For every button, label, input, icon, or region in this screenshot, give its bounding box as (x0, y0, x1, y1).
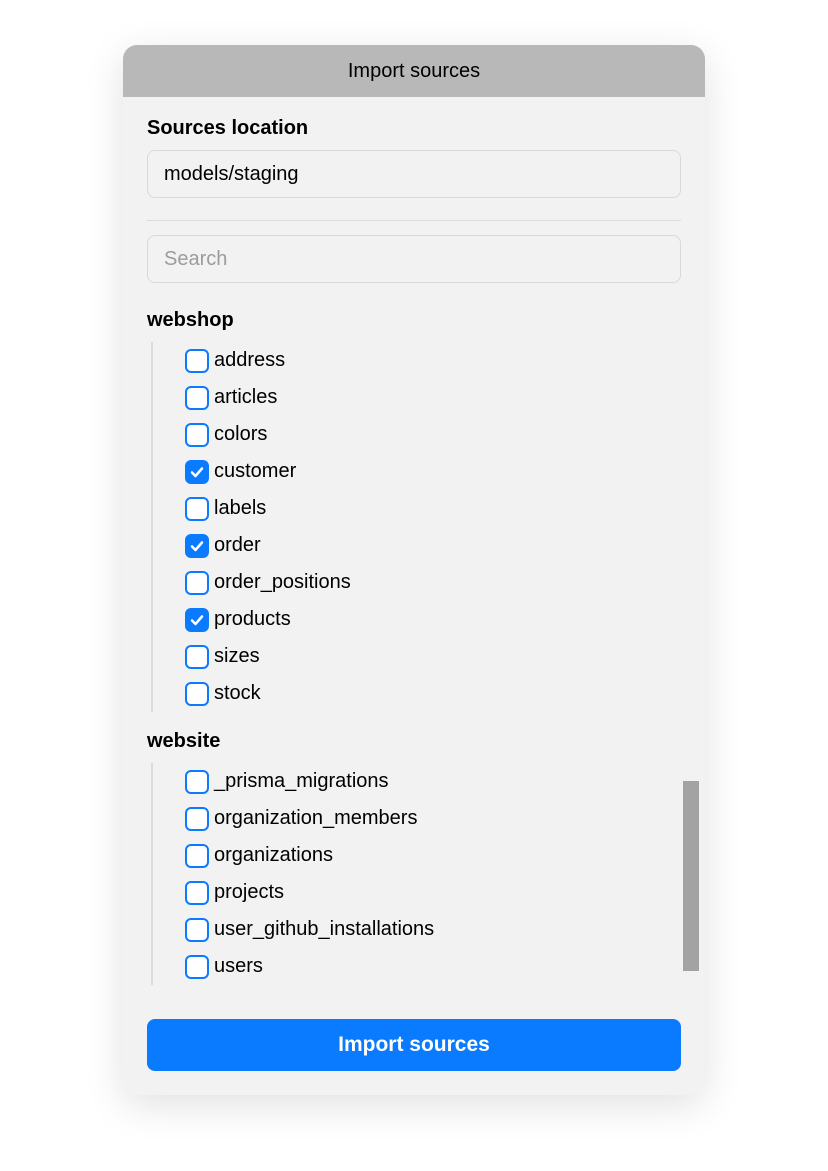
source-item-order_positions[interactable]: order_positions (185, 564, 681, 601)
checkbox-_prisma_migrations[interactable] (185, 770, 209, 794)
checkbox-address[interactable] (185, 349, 209, 373)
checkbox-labels[interactable] (185, 497, 209, 521)
source-item-label: labels (214, 497, 266, 520)
dialog-content: Sources location webshop address articles c… (123, 97, 705, 1007)
source-item-order[interactable]: order (185, 527, 681, 564)
source-item-projects[interactable]: projects (185, 874, 681, 911)
sources-location-input[interactable] (147, 150, 681, 198)
checkbox-organizations[interactable] (185, 844, 209, 868)
source-item-label: user_github_installations (214, 918, 434, 941)
checkbox-colors[interactable] (185, 423, 209, 447)
source-item-organization_members[interactable]: organization_members (185, 800, 681, 837)
source-item-customer[interactable]: customer (185, 453, 681, 490)
source-item-users[interactable]: users (185, 948, 681, 985)
source-item-label: users (214, 955, 263, 978)
search-wrap (147, 235, 681, 283)
source-item-products[interactable]: products (185, 601, 681, 638)
source-item-colors[interactable]: colors (185, 416, 681, 453)
scrollbar[interactable] (683, 781, 699, 971)
checkbox-organization_members[interactable] (185, 807, 209, 831)
source-item-label: organization_members (214, 807, 417, 830)
dialog-footer: Import sources (123, 1007, 705, 1095)
source-item-organizations[interactable]: organizations (185, 837, 681, 874)
group-items-webshop: address articles colors customer labels order… (151, 342, 681, 712)
group-label-website: website (147, 730, 681, 753)
checkbox-articles[interactable] (185, 386, 209, 410)
source-item-sizes[interactable]: sizes (185, 638, 681, 675)
dialog-title: Import sources (348, 60, 480, 83)
source-item-_prisma_migrations[interactable]: _prisma_migrations (185, 763, 681, 800)
source-item-label: stock (214, 682, 261, 705)
source-item-label: products (214, 608, 291, 631)
source-item-address[interactable]: address (185, 342, 681, 379)
source-item-articles[interactable]: articles (185, 379, 681, 416)
source-item-label: order_positions (214, 571, 351, 594)
checkbox-users[interactable] (185, 955, 209, 979)
source-item-label: organizations (214, 844, 333, 867)
source-item-label: colors (214, 423, 267, 446)
checkbox-projects[interactable] (185, 881, 209, 905)
checkbox-user_github_installations[interactable] (185, 918, 209, 942)
group-items-website: _prisma_migrations organization_membersor… (151, 763, 681, 985)
source-item-label: articles (214, 386, 277, 409)
checkbox-products[interactable] (185, 608, 209, 632)
source-item-label: _prisma_migrations (214, 770, 389, 793)
checkbox-order[interactable] (185, 534, 209, 558)
source-item-stock[interactable]: stock (185, 675, 681, 712)
source-item-label: customer (214, 460, 296, 483)
source-item-user_github_installations[interactable]: user_github_installations (185, 911, 681, 948)
checkbox-stock[interactable] (185, 682, 209, 706)
dialog-header: Import sources (123, 45, 705, 97)
checkbox-sizes[interactable] (185, 645, 209, 669)
source-item-label: address (214, 349, 285, 372)
sources-location-label: Sources location (147, 117, 681, 140)
checkbox-customer[interactable] (185, 460, 209, 484)
group-label-webshop: webshop (147, 309, 681, 332)
source-tree[interactable]: webshop address articles colors customer labe… (147, 291, 681, 989)
import-sources-dialog: Import sources Sources location webshop a… (123, 45, 705, 1095)
search-input[interactable] (147, 235, 681, 283)
import-sources-button[interactable]: Import sources (147, 1019, 681, 1071)
checkbox-order_positions[interactable] (185, 571, 209, 595)
source-item-labels[interactable]: labels (185, 490, 681, 527)
source-item-label: order (214, 534, 261, 557)
source-item-label: projects (214, 881, 284, 904)
divider (147, 220, 681, 221)
source-item-label: sizes (214, 645, 260, 668)
